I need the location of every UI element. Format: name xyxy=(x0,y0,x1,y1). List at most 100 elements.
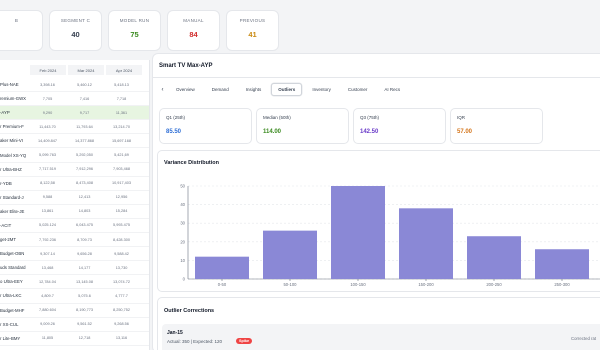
quartile-label: Q3 (75th) xyxy=(360,115,380,120)
tab-inventory[interactable]: Inventory xyxy=(305,83,338,96)
table-cell: 13,145.08 xyxy=(76,279,93,284)
table-header: Feb 2024 Mar 2024 Apr 2024 xyxy=(30,65,142,75)
product-name: r Ultra-LKC xyxy=(0,293,22,299)
table-cell: 8,122,58 xyxy=(40,181,55,186)
tab-outliers[interactable]: Outliers xyxy=(271,83,303,96)
table-cell: 12,784.04 xyxy=(39,279,56,284)
bar-200-250 xyxy=(467,236,521,279)
table-row[interactable]: r Ultra-BHZ 7,717.519 7,912,296 7,903,468 xyxy=(0,163,149,177)
column-header[interactable]: Mar 2024 xyxy=(68,65,104,75)
stat-label: SEGMENT C xyxy=(60,18,91,23)
stat-label: PREVIOUS xyxy=(239,18,266,23)
table-cell: 15,697.168 xyxy=(111,138,131,143)
stat-card[interactable]: SEGMENT C 40 xyxy=(49,10,102,51)
product-name: r Premium-F xyxy=(0,124,24,130)
stat-card[interactable]: MANUAL 84 xyxy=(167,10,220,51)
table-cell: 7,903,468 xyxy=(113,167,130,172)
column-header[interactable]: Apr 2024 xyxy=(106,65,142,75)
table-row[interactable]: r Lite-BMY 11,805 12,718 13,116 xyxy=(0,332,149,346)
table-row[interactable]: r Standard-J 9,588 12,413 12,956 xyxy=(0,191,149,205)
quartile-label: IQR xyxy=(457,115,466,120)
bar-50-100 xyxy=(263,230,317,279)
quartile-card: Q3 (75th) 142.50 xyxy=(353,108,446,144)
table-row[interactable]: ker Pro-AEX14,057,16014,693,44114,611,86… xyxy=(0,346,149,350)
correction-item[interactable]: Jan-15 Actual: 350 | Expected: 120 Spike… xyxy=(162,324,600,350)
table-row[interactable]: r-YDB 8,122,58 8,473,408 10,917,403 xyxy=(0,177,149,191)
table-cell: 9,268.56 xyxy=(114,322,129,327)
table-cell: 13,468 xyxy=(41,265,54,270)
table-cell: 5,418.13 xyxy=(114,82,129,87)
tab-overview[interactable]: Overview xyxy=(169,83,202,96)
table-row[interactable]: Budget-OBN 9,307.14 9,656.28 9,588.42 xyxy=(0,247,149,262)
table-cell: 11,805 xyxy=(41,336,54,341)
product-name: Plus-NAE xyxy=(0,82,19,88)
table-row[interactable]: r Premium-F 11,443.70 11,793.64 13,214.70 xyxy=(0,120,149,135)
quartile-label: Median (50th) xyxy=(263,115,291,120)
stat-value: 41 xyxy=(248,30,257,39)
product-name: remium-GWX xyxy=(0,96,27,102)
table-cell: 6,043.475 xyxy=(76,223,93,228)
tab-bar: ‹ Overview Demand Insights Outliers Inventor… xyxy=(159,83,407,96)
table-cell: 7,912,296 xyxy=(76,167,93,172)
table-cell: 9,588.42 xyxy=(114,251,129,256)
table-cell: 15,284 xyxy=(115,209,128,214)
bar-0-50 xyxy=(195,256,249,279)
table-row[interactable]: -ACIT 5,025.124 6,043.475 5,993.475 xyxy=(0,219,149,234)
table-cell: 12,956 xyxy=(115,195,128,200)
variance-chart-card: Variance Distribution 0 10 20 30 40 50 0-50 50-… xyxy=(157,150,600,292)
table-row[interactable]: remium-GWX 7,705 7,416 7,718 xyxy=(0,92,149,107)
table-cell: 8,473,408 xyxy=(76,181,93,186)
x-tick-label: 100-150 xyxy=(350,282,366,287)
correction-detail: Actual: 350 | Expected: 120 xyxy=(167,339,222,344)
correction-status: Corrected rat xyxy=(571,336,597,341)
table-cell: 9,717 xyxy=(79,110,90,115)
tab-demand[interactable]: Demand xyxy=(205,83,236,96)
table-row[interactable]: r XS-CUL 9,009.26 9,561.52 9,268.56 xyxy=(0,318,149,332)
divider xyxy=(153,77,600,78)
x-tick-label: 200-250 xyxy=(486,282,502,287)
table-row[interactable]: aker Elite-JE 13,861 14,803 15,284 xyxy=(0,205,149,219)
product-name: r-YDB xyxy=(0,180,12,186)
quartile-value: 85.50 xyxy=(166,129,182,135)
table-cell: 9,009.26 xyxy=(40,322,55,327)
table-cell: 12,413 xyxy=(78,195,91,200)
table-row[interactable]: aker Mini-VI 14,409.847 14,377.868 15,697.1… xyxy=(0,134,149,149)
column-header[interactable]: Feb 2024 xyxy=(30,65,66,75)
table-row[interactable]: -AYP 9,290 9,717 11,361 xyxy=(0,106,149,121)
product-table: Feb 2024 Mar 2024 Apr 2024 Plus-NAE 3,398… xyxy=(0,60,150,350)
bar-150-200 xyxy=(399,208,453,279)
quartile-value: 57.00 xyxy=(457,129,473,135)
table-cell: 4,809.7 xyxy=(41,293,54,298)
tab-insights[interactable]: Insights xyxy=(239,83,269,96)
stat-card[interactable]: B xyxy=(0,10,43,51)
tab-customer[interactable]: Customer xyxy=(341,83,375,96)
stat-card[interactable]: MODEL RUN 75 xyxy=(108,10,161,51)
table-row[interactable]: Model XS-YQ 5,099.763 5,292,050 5,421,69 xyxy=(0,148,149,163)
table-cell: 7,717.519 xyxy=(39,167,56,172)
table-cell: 14,803 xyxy=(78,209,91,214)
table-row[interactable]: Plus-NAE 3,398.16 5,460.12 5,418.13 xyxy=(0,78,149,93)
table-row[interactable]: uds Standard 13,468 14,177 13,730 xyxy=(0,261,149,276)
quartile-value: 142.50 xyxy=(360,129,379,135)
table-row[interactable]: r Ultra-LKC 4,809.7 5,075.6 4,777.7 xyxy=(0,289,149,304)
quartile-card: Q1 (25th) 85.50 xyxy=(159,108,252,144)
table-cell: 13,116 xyxy=(115,336,128,341)
table-cell: 14,177 xyxy=(78,265,91,270)
table-cell: 9,307.14 xyxy=(40,251,55,256)
product-name: r Standard-J xyxy=(0,194,24,200)
product-name: get-2MT xyxy=(0,237,16,243)
x-tick-label: 50-100 xyxy=(283,282,297,287)
quartile-label: Q1 (25th) xyxy=(166,115,186,120)
table-row[interactable]: get-2MT 7,792.236 8,709.73 8,428.300 xyxy=(0,233,149,248)
y-tick-label: 40 xyxy=(180,202,185,207)
chevron-left-icon[interactable]: ‹ xyxy=(159,85,166,94)
stat-card[interactable]: PREVIOUS 41 xyxy=(226,10,279,51)
table-cell: 9,588 xyxy=(42,195,53,200)
product-name: r Lite-BMY xyxy=(0,335,21,341)
table-row[interactable]: o Ultra-EEY 12,784.04 13,145.08 13,074.72 xyxy=(0,275,149,290)
tab-ai-recs[interactable]: AI Recs xyxy=(377,83,407,96)
table-cell: 12,718 xyxy=(78,336,91,341)
corrections-title: Outlier Corrections xyxy=(164,308,215,314)
table-row[interactable]: Budget-MHF 7,880.604 8,190,773 8,250,752 xyxy=(0,304,149,318)
correction-date: Jan-15 xyxy=(167,330,183,336)
